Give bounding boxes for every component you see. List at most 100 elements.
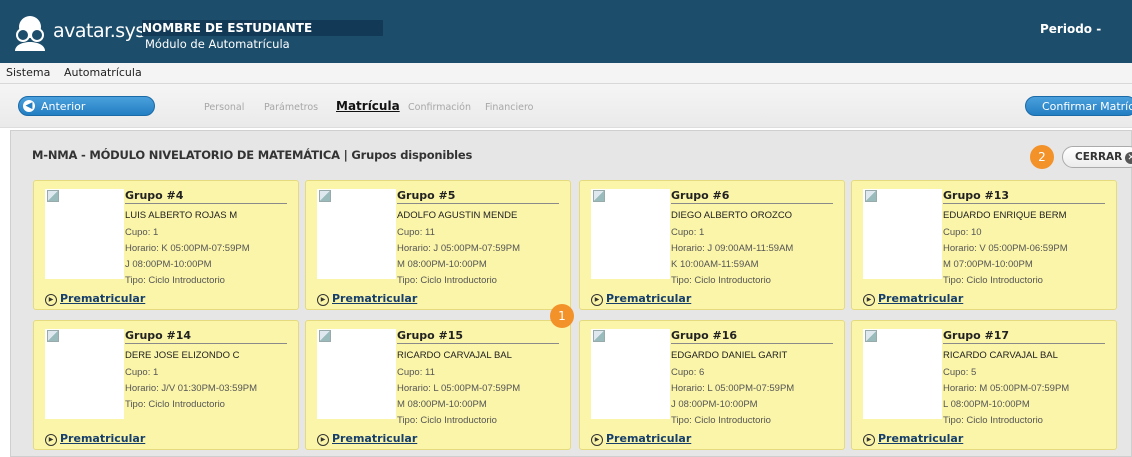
prematricular-label: Prematricular: [60, 432, 146, 445]
prematricular-label: Prematricular: [878, 432, 964, 445]
panel-title: M-NMA - MÓDULO NIVELATORIO DE MATEMÁTICA…: [32, 148, 473, 162]
step-bar: ◀ Anterior Personal Parámetros Matrícula…: [0, 84, 1132, 128]
play-icon: ▶: [45, 294, 57, 306]
prematricular-link[interactable]: ▶ Prematricular: [863, 432, 963, 446]
step-matricula[interactable]: Matrícula: [336, 99, 400, 113]
group-card: Grupo #5 ADOLFO AGUSTIN MENDE Cupo: 11 H…: [305, 180, 571, 310]
group-tipo: Tipo: Ciclo Introductorio: [397, 415, 497, 426]
brand-name: avatar.sys: [53, 20, 145, 42]
close-icon: ✕: [1125, 152, 1132, 164]
group-horario: Horario: K 05:00PM-07:59PM: [125, 243, 250, 254]
teacher-name: ADOLFO AGUSTIN MENDE: [397, 210, 518, 221]
group-horario-2: M 08:00PM-10:00PM: [397, 399, 487, 410]
step-confirmacion[interactable]: Confirmación: [408, 102, 471, 113]
group-cupo: Cupo: 1: [125, 367, 159, 378]
broken-image-icon: [47, 190, 59, 202]
teacher-photo: [863, 189, 942, 279]
group-horario-2: M 07:00PM-10:00PM: [943, 259, 1033, 270]
group-cupo: Cupo: 6: [671, 367, 705, 378]
group-horario: Horario: M 05:00PM-07:59PM: [943, 383, 1070, 394]
group-card: Grupo #17 RICARDO CARVAJAL BAL Cupo: 5 H…: [851, 320, 1117, 450]
group-tipo: Tipo: Ciclo Introductorio: [671, 415, 771, 426]
step-financiero[interactable]: Financiero: [485, 102, 534, 113]
group-cupo: Cupo: 10: [943, 227, 982, 238]
group-tipo: Tipo: Ciclo Introductorio: [671, 275, 771, 286]
prematricular-link[interactable]: ▶ Prematricular: [45, 292, 145, 306]
group-horario-2: J 08:00PM-10:00PM: [671, 399, 758, 410]
group-horario-2: J 08:00PM-10:00PM: [125, 259, 212, 270]
group-title: Grupo #14: [125, 329, 287, 344]
previous-button[interactable]: ◀ Anterior: [18, 96, 155, 116]
teacher-photo: [317, 329, 396, 419]
prematricular-link[interactable]: ▶ Prematricular: [317, 292, 417, 306]
group-horario: Horario: V 05:00PM-06:59PM: [943, 243, 1068, 254]
prematricular-link[interactable]: ▶ Prematricular: [317, 432, 417, 446]
close-button[interactable]: CERRAR ✕: [1062, 146, 1132, 168]
step-parametros[interactable]: Parámetros: [264, 102, 318, 113]
play-icon: ▶: [863, 294, 875, 306]
group-horario: Horario: L 05:00PM-07:59PM: [397, 383, 521, 394]
group-cupo: Cupo: 11: [397, 367, 435, 378]
broken-image-icon: [865, 190, 877, 202]
prematricular-link[interactable]: ▶ Prematricular: [591, 432, 691, 446]
group-card: Grupo #13 EDUARDO ENRIQUE BERM Cupo: 10 …: [851, 180, 1117, 310]
group-card: Grupo #4 LUIS ALBERTO ROJAS M Cupo: 1 Ho…: [33, 180, 299, 310]
prematricular-label: Prematricular: [60, 292, 146, 305]
step-badge-1: 1: [550, 304, 574, 328]
module-name: Módulo de Automatrícula: [145, 37, 290, 51]
step-personal[interactable]: Personal: [204, 102, 244, 113]
close-button-label: CERRAR: [1075, 151, 1123, 163]
play-icon: ▶: [591, 434, 603, 446]
menu-item-sistema[interactable]: Sistema: [6, 63, 50, 83]
prematricular-label: Prematricular: [332, 292, 418, 305]
group-title: Grupo #15: [397, 329, 559, 344]
group-title: Grupo #13: [943, 189, 1105, 204]
play-icon: ▶: [317, 434, 329, 446]
teacher-name: DIEGO ALBERTO OROZCO: [671, 210, 793, 221]
top-header: avatar.sys NOMBRE DE ESTUDIANTE Módulo d…: [0, 0, 1132, 63]
arrow-left-icon: ◀: [23, 100, 35, 112]
group-horario-2: M 08:00PM-10:00PM: [397, 259, 487, 270]
group-title: Grupo #6: [671, 189, 833, 204]
prematricular-label: Prematricular: [878, 292, 964, 305]
teacher-photo: [591, 189, 670, 279]
prematricular-link[interactable]: ▶ Prematricular: [45, 432, 145, 446]
play-icon: ▶: [317, 294, 329, 306]
group-horario: Horario: J 05:00PM-07:59PM: [397, 243, 521, 254]
broken-image-icon: [865, 330, 877, 342]
period-selector[interactable]: Periodo -: [1040, 22, 1101, 36]
teacher-name: RICARDO CARVAJAL BAL: [397, 350, 512, 361]
group-horario: Horario: L 05:00PM-07:59PM: [671, 383, 795, 394]
teacher-photo: [45, 329, 124, 419]
group-tipo: Tipo: Ciclo Introductorio: [125, 275, 225, 286]
group-horario: Horario: J/V 01:30PM-03:59PM: [125, 383, 258, 394]
teacher-name: DERE JOSE ELIZONDO C: [125, 350, 240, 361]
teacher-name: EDUARDO ENRIQUE BERM: [943, 210, 1067, 221]
group-title: Grupo #16: [671, 329, 833, 344]
teacher-name: EDGARDO DANIEL GARIT: [671, 350, 788, 361]
step-badge-2: 2: [1030, 145, 1054, 169]
prematricular-link[interactable]: ▶ Prematricular: [863, 292, 963, 306]
group-title: Grupo #4: [125, 189, 287, 204]
prematricular-label: Prematricular: [332, 432, 418, 445]
group-card: Grupo #14 DERE JOSE ELIZONDO C Cupo: 1 H…: [33, 320, 299, 450]
group-tipo: Tipo: Ciclo Introductorio: [125, 399, 225, 410]
broken-image-icon: [319, 190, 331, 202]
group-horario-2: L 08:00PM-10:00PM: [943, 399, 1030, 410]
play-icon: ▶: [863, 434, 875, 446]
teacher-name: LUIS ALBERTO ROJAS M: [125, 210, 238, 221]
menu-item-automatricula[interactable]: Automatrícula: [64, 63, 142, 83]
group-card: Grupo #16 EDGARDO DANIEL GARIT Cupo: 6 H…: [579, 320, 845, 450]
student-name: NOMBRE DE ESTUDIANTE: [142, 20, 383, 36]
broken-image-icon: [47, 330, 59, 342]
group-cupo: Cupo: 11: [397, 227, 435, 238]
group-cupo: Cupo: 1: [671, 227, 705, 238]
teacher-photo: [863, 329, 942, 419]
confirm-enrollment-button[interactable]: Confirmar Matrícula: [1025, 96, 1132, 116]
previous-button-label: Anterior: [41, 100, 86, 113]
teacher-photo: [591, 329, 670, 419]
group-cupo: Cupo: 5: [943, 367, 977, 378]
menu-bar: Sistema Automatrícula: [0, 63, 1132, 84]
play-icon: ▶: [591, 294, 603, 306]
prematricular-link[interactable]: ▶ Prematricular: [591, 292, 691, 306]
